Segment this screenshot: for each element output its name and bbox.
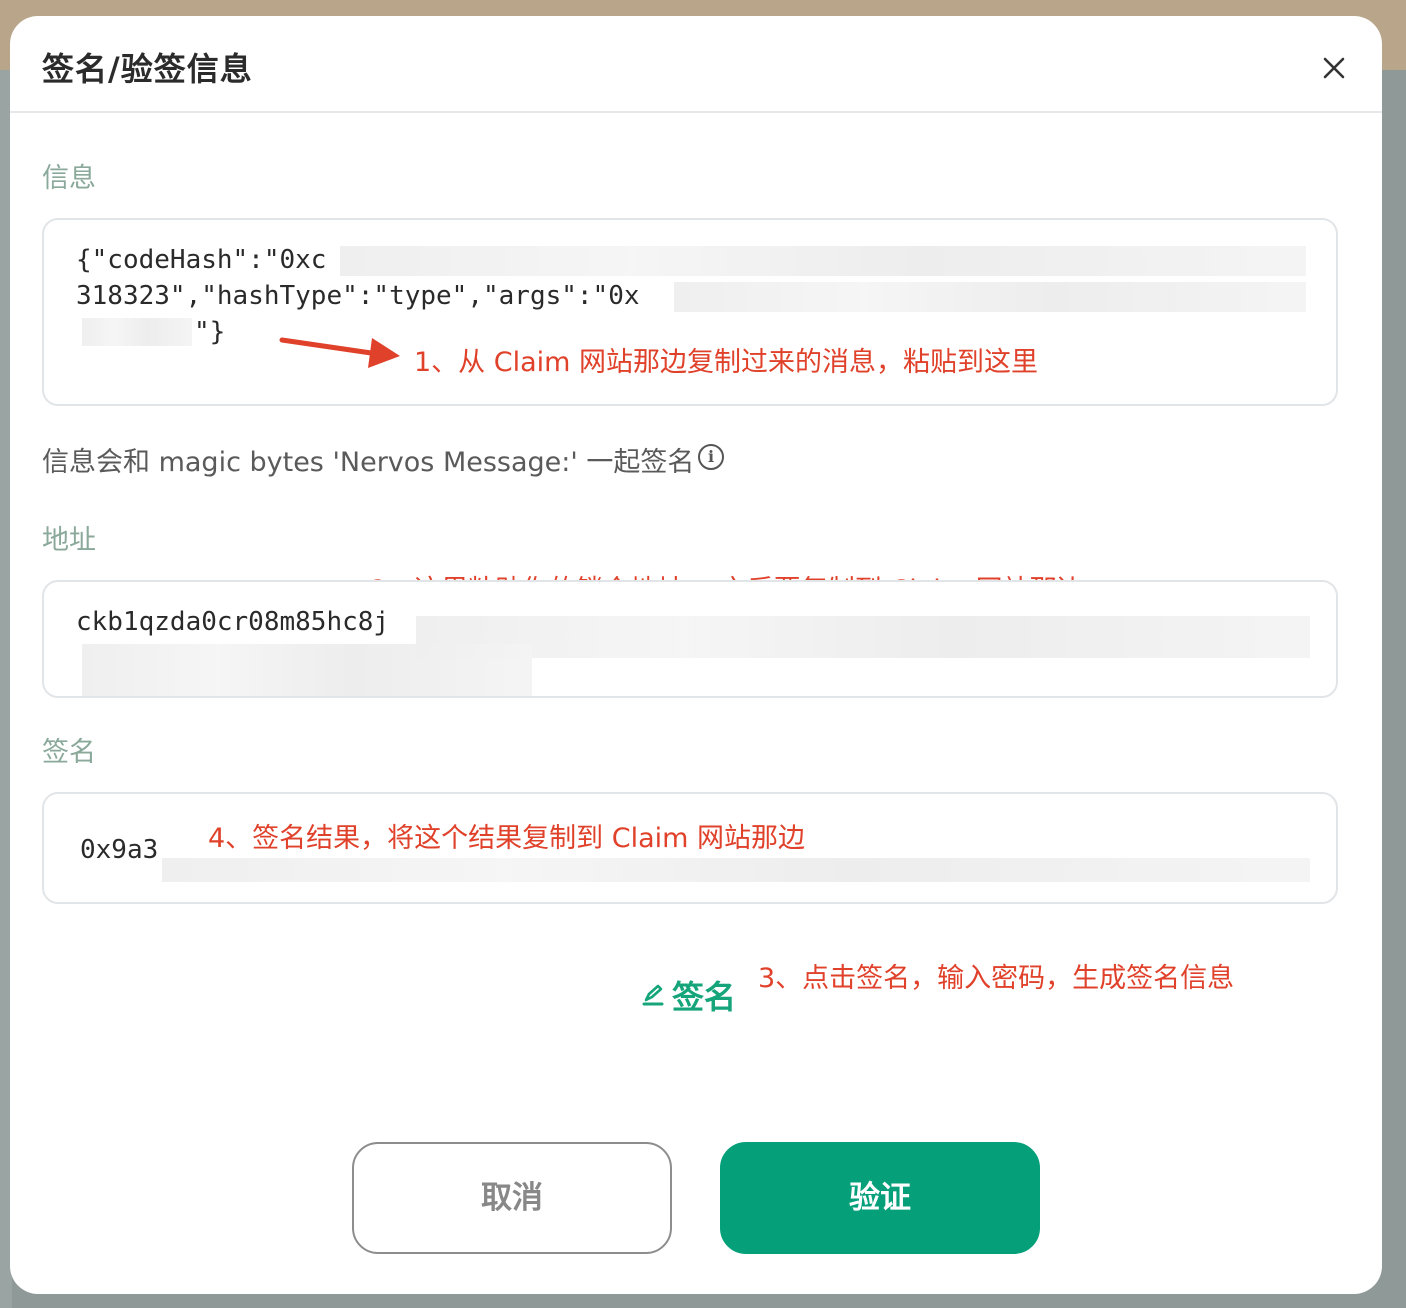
info-icon[interactable]: i xyxy=(698,444,724,470)
dialog-title: 签名/验签信息 xyxy=(42,50,253,88)
verify-button[interactable]: 验证 xyxy=(720,1142,1040,1254)
message-line-2: 318323","hashType":"type","args":"0x xyxy=(76,281,640,311)
redacted-block xyxy=(674,282,1306,312)
signature-label: 签名 xyxy=(42,737,96,768)
redacted-block xyxy=(82,644,532,696)
sign-button-label: 签名 xyxy=(672,978,737,1016)
sign-verify-dialog: 签名/验签信息 信息 {"codeHash":"0xc 318323","has… xyxy=(10,16,1382,1294)
magic-bytes-hint: 信息会和 magic bytes 'Nervos Message:' 一起签名 xyxy=(42,447,695,478)
address-value: ckb1qzda0cr08m85hc8j xyxy=(76,607,390,637)
annotation-step-1: 1、从 Claim 网站那边复制过来的消息，粘贴到这里 xyxy=(414,347,1039,378)
message-label: 信息 xyxy=(42,163,96,194)
annotation-step-3: 3、点击签名，输入密码，生成签名信息 xyxy=(758,963,1235,994)
close-button[interactable] xyxy=(1316,50,1352,86)
sign-button[interactable]: 签名 xyxy=(640,972,736,1018)
dialog-header: 签名/验签信息 xyxy=(10,16,1382,113)
redacted-block xyxy=(340,246,1306,276)
address-label: 地址 xyxy=(42,525,96,556)
message-line-1: {"codeHash":"0xc xyxy=(76,245,327,275)
close-icon xyxy=(1323,57,1345,79)
redacted-block xyxy=(162,858,1310,882)
message-line-3: "} xyxy=(194,317,226,347)
arrow-annotation-icon xyxy=(279,337,400,368)
redacted-block xyxy=(416,616,1310,658)
redacted-block xyxy=(82,318,192,346)
annotation-step-4: 4、签名结果，将这个结果复制到 Claim 网站那边 xyxy=(208,823,806,854)
signature-value: 0x9a3 xyxy=(80,835,159,865)
cancel-button[interactable]: 取消 xyxy=(352,1142,672,1254)
address-input[interactable]: ckb1qzda0cr08m85hc8j xyxy=(42,580,1338,698)
pen-icon xyxy=(642,984,664,1006)
